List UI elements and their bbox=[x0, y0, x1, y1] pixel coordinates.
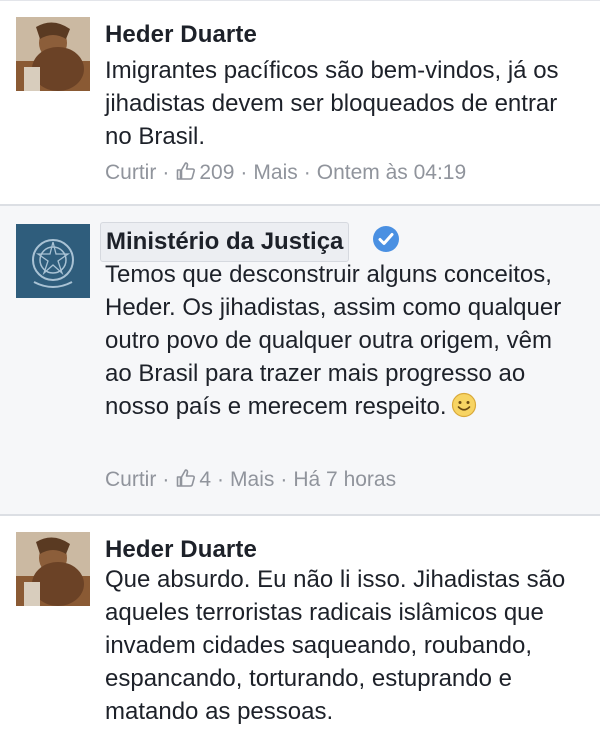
like-count[interactable]: 4 bbox=[175, 468, 211, 492]
separator: · bbox=[217, 468, 225, 491]
like-link[interactable]: Curtir bbox=[105, 468, 156, 492]
separator: · bbox=[280, 468, 288, 491]
comment-text-content: Temos que desconstruir alguns conceitos,… bbox=[105, 261, 562, 420]
like-link[interactable]: Curtir bbox=[105, 161, 156, 185]
person-photo-icon bbox=[16, 17, 90, 91]
more-link[interactable]: Mais bbox=[253, 161, 297, 185]
comment-author: Ministério da Justiça bbox=[106, 228, 344, 255]
like-count[interactable]: 209 bbox=[175, 161, 234, 185]
author-highlight[interactable]: Ministério da Justiça bbox=[100, 222, 350, 262]
separator: · bbox=[303, 161, 311, 184]
comment-actions: Curtir · 4 · Mais · Há 7 horas bbox=[105, 468, 396, 492]
smiley-face-icon bbox=[451, 392, 476, 418]
comment-1: Heder Duarte Imigrantes pacíficos são be… bbox=[0, 0, 600, 204]
avatar-ministerio-da-justica[interactable] bbox=[16, 224, 90, 298]
timestamp[interactable]: Ontem às 04:19 bbox=[317, 161, 466, 185]
separator: · bbox=[162, 468, 170, 491]
avatar-heder-duarte[interactable] bbox=[16, 17, 90, 91]
comment-text: Imigrantes pacíficos são bem-vindos, já … bbox=[105, 57, 559, 150]
person-photo-icon bbox=[16, 532, 90, 606]
comment-2: Ministério da Justiça Temos que desconst… bbox=[0, 204, 600, 514]
verified-badge-icon bbox=[373, 226, 399, 252]
thumbs-up-icon bbox=[177, 162, 196, 180]
thumbs-up-icon bbox=[177, 469, 196, 487]
separator: · bbox=[240, 161, 248, 184]
more-link[interactable]: Mais bbox=[230, 468, 274, 492]
comment-text: Que absurdo. Eu não li isso. Jihadistas … bbox=[105, 566, 566, 725]
comment-3: Heder Duarte Que absurdo. Eu não li isso… bbox=[0, 514, 600, 739]
coat-of-arms-icon bbox=[16, 224, 90, 298]
comment-actions: Curtir · 209 · Mais · Ontem às 04:19 bbox=[105, 161, 466, 185]
comment-text: Temos que desconstruir alguns conceitos,… bbox=[105, 258, 580, 423]
comment-author[interactable]: Heder Duarte bbox=[105, 536, 257, 564]
separator: · bbox=[162, 161, 170, 184]
like-count-value: 4 bbox=[199, 468, 212, 491]
comment-author[interactable]: Heder Duarte bbox=[105, 21, 257, 49]
avatar-heder-duarte[interactable] bbox=[16, 532, 90, 606]
like-count-value: 209 bbox=[199, 161, 235, 184]
timestamp[interactable]: Há 7 horas bbox=[293, 468, 396, 492]
